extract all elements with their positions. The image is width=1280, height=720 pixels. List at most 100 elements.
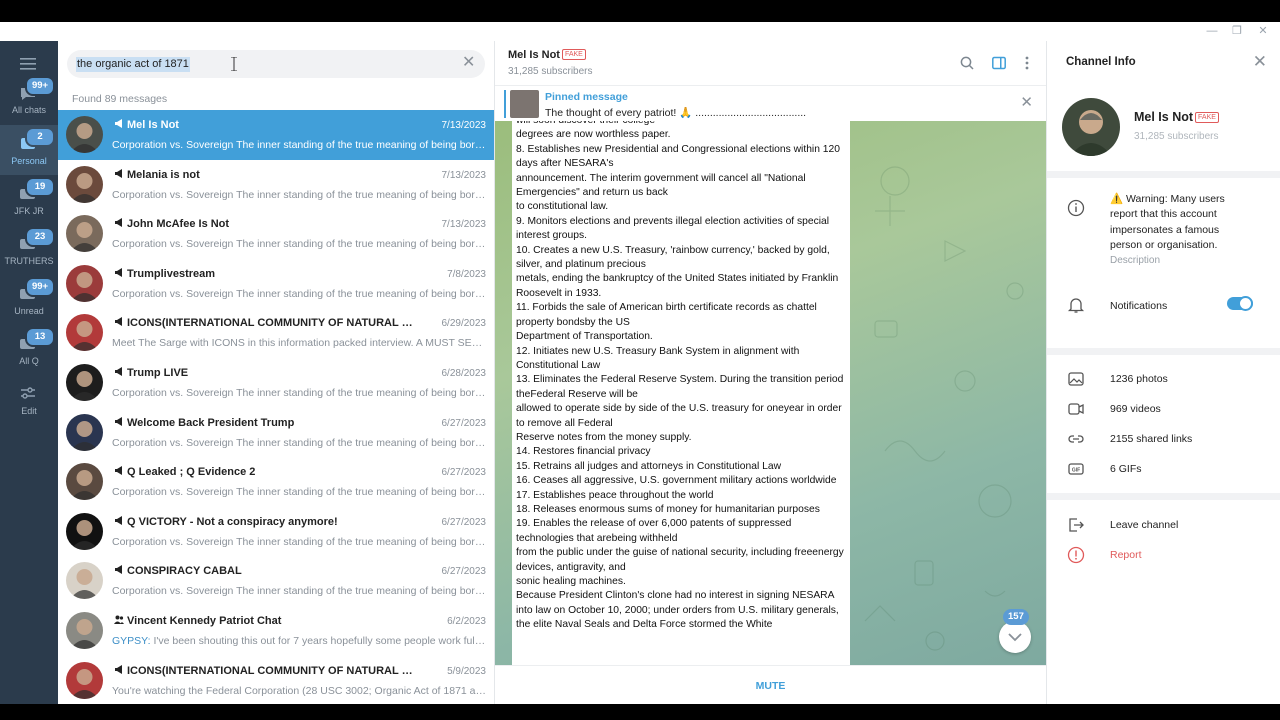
megaphone-icon bbox=[115, 218, 122, 228]
search-result-row[interactable]: Trumplivestream 7/8/2023 Corporation vs. S… bbox=[58, 259, 494, 309]
search-result-row[interactable]: Vincent Kennedy Patriot Chat 6/2/2023 GYPS… bbox=[58, 606, 494, 656]
notifications-toggle[interactable] bbox=[1227, 296, 1253, 311]
message-date: 6/27/2023 bbox=[441, 417, 487, 429]
chat-avatar bbox=[66, 413, 103, 451]
search-result-row[interactable]: ICONS(INTERNATIONAL COMMUNITY OF NATURAL… bbox=[58, 656, 494, 706]
search-input[interactable]: the organic act of 1871 ✕ bbox=[67, 50, 485, 78]
link-icon bbox=[1068, 435, 1084, 443]
shared-media-label[interactable]: 969 videos bbox=[1110, 403, 1161, 415]
clear-search-button[interactable]: ✕ bbox=[462, 55, 476, 71]
sidebar-toggle-icon[interactable] bbox=[992, 56, 1006, 70]
chat-header[interactable]: Mel Is Not FAKE 31,285 subscribers bbox=[495, 41, 1046, 85]
edit-icon bbox=[21, 387, 35, 399]
shared-media-label[interactable]: 6 GIFs bbox=[1110, 463, 1142, 475]
chat-avatar bbox=[66, 363, 103, 401]
group-icon bbox=[114, 615, 124, 624]
chat-name-text: ICONS(INTERNATIONAL COMMUNITY OF NATURAL… bbox=[127, 664, 414, 677]
mute-button[interactable]: MUTE bbox=[495, 680, 1046, 692]
search-result-count: Found 89 messages bbox=[72, 93, 168, 105]
chat-name-text: CONSPIRACY CABAL bbox=[127, 565, 242, 578]
message-bubble[interactable]: will soon discover their college degrees… bbox=[512, 121, 850, 665]
chat-name: CONSPIRACY CABAL bbox=[114, 565, 414, 577]
chevron-down-icon bbox=[1008, 633, 1022, 642]
chat-avatar bbox=[66, 215, 103, 253]
chat-avatar bbox=[66, 512, 103, 550]
preview-text: You're watching the Federal Corporation … bbox=[112, 684, 487, 697]
search-result-row[interactable]: Mel Is Not 7/13/2023 Corporation vs. Sover… bbox=[58, 110, 494, 160]
channel-info-title: Channel Info bbox=[1066, 56, 1136, 68]
folder-jfk-jr[interactable]: JFK JR 19 bbox=[0, 175, 58, 225]
search-result-row[interactable]: Q VICTORY - Not a conspiracy anymore! 6/2… bbox=[58, 507, 494, 557]
preview-text: Corporation vs. Sovereign The inner stan… bbox=[112, 436, 487, 449]
divider bbox=[1047, 493, 1280, 500]
leave-icon bbox=[1069, 518, 1084, 532]
message-date: 5/9/2023 bbox=[447, 665, 486, 677]
folder-personal[interactable]: Personal 2 bbox=[0, 125, 58, 175]
impersonation-warning: ⚠️ Warning: Many users report that this … bbox=[1110, 193, 1225, 251]
unread-count-badge: 157 bbox=[1003, 609, 1029, 625]
search-result-row[interactable]: Melania is not 7/13/2023 Corporation vs. S… bbox=[58, 160, 494, 210]
search-result-row[interactable]: Welcome Back President Trump 6/27/2023 Cor… bbox=[58, 408, 494, 458]
folder-edit[interactable]: Edit bbox=[0, 375, 58, 425]
close-window-button[interactable]: ✕ bbox=[1257, 25, 1269, 37]
search-result-row[interactable]: Q Leaked ; Q Evidence 2 6/27/2023 Corporat… bbox=[58, 457, 494, 507]
message-preview: Meet The Sarge with ICONS in this inform… bbox=[112, 337, 487, 349]
folder-label: All chats bbox=[11, 105, 46, 115]
preview-text: Meet The Sarge with ICONS in this inform… bbox=[112, 337, 487, 350]
chat-name-text: Mel Is Not bbox=[127, 119, 179, 131]
more-options-icon[interactable] bbox=[1020, 56, 1034, 70]
megaphone-icon bbox=[115, 466, 122, 476]
preview-text: Corporation vs. Sovereign The inner stan… bbox=[112, 287, 487, 300]
megaphone-icon bbox=[115, 267, 122, 277]
message-text: will soon discover their college degrees… bbox=[516, 121, 844, 631]
info-icon bbox=[1067, 199, 1085, 217]
chat-title: Mel Is Not FAKE bbox=[508, 49, 586, 61]
channel-avatar[interactable] bbox=[1062, 98, 1120, 156]
chat-name: ICONS(INTERNATIONAL COMMUNITY OF NATURAL… bbox=[114, 317, 414, 329]
menu-icon[interactable] bbox=[20, 57, 38, 71]
close-pinned-button[interactable]: ✕ bbox=[1020, 95, 1033, 110]
search-result-row[interactable]: John McAfee Is Not 7/13/2023 Corporation v… bbox=[58, 209, 494, 259]
folder-label: Personal bbox=[11, 156, 47, 166]
chat-avatar bbox=[66, 611, 103, 649]
folder-sidebar: All chats 99+ Personal 2 JFK JR 19 TRUTHERS 23 U… bbox=[0, 41, 58, 704]
search-icon[interactable] bbox=[960, 56, 974, 70]
restore-button[interactable]: ❐ bbox=[1231, 25, 1243, 37]
megaphone-icon bbox=[115, 168, 122, 178]
search-query[interactable]: the organic act of 1871 bbox=[76, 57, 190, 72]
bell-icon bbox=[1067, 298, 1085, 313]
preview-text: Corporation vs. Sovereign The inner stan… bbox=[112, 139, 487, 151]
folder-all-q[interactable]: All Q 13 bbox=[0, 325, 58, 375]
chat-name: ICONS(INTERNATIONAL COMMUNITY OF NATURAL… bbox=[114, 664, 414, 677]
leave-channel-button[interactable]: Leave channel bbox=[1110, 519, 1178, 531]
sender-name: GYPSY: bbox=[112, 634, 154, 647]
chat-pane: Mel Is Not FAKE 31,285 subscribers Pinned… bbox=[495, 41, 1046, 704]
message-preview: Corporation vs. Sovereign The inner stan… bbox=[112, 536, 487, 548]
message-preview: Corporation vs. Sovereign The inner stan… bbox=[112, 238, 487, 250]
preview-text: Corporation vs. Sovereign The inner stan… bbox=[112, 386, 487, 399]
search-result-row[interactable]: Trump LIVE 6/28/2023 Corporation vs. Sover… bbox=[58, 358, 494, 408]
shared-media-label[interactable]: 2155 shared links bbox=[1110, 433, 1192, 445]
chat-avatar bbox=[66, 314, 103, 352]
message-date: 6/2/2023 bbox=[447, 615, 486, 627]
shared-media-label[interactable]: 1236 photos bbox=[1110, 373, 1168, 385]
message-area[interactable]: will soon discover their college degrees… bbox=[495, 121, 1046, 665]
search-result-row[interactable]: CONSPIRACY CABAL 6/27/2023 Corporation vs.… bbox=[58, 556, 494, 606]
minimize-button[interactable]: — bbox=[1206, 25, 1218, 37]
folder-truthers[interactable]: TRUTHERS 23 bbox=[0, 225, 58, 275]
video-icon bbox=[1068, 403, 1084, 415]
folder-label: Edit bbox=[21, 406, 37, 416]
folder-all-chats[interactable]: All chats 99+ bbox=[0, 74, 58, 124]
preview-text: I've been shouting this out for 7 years … bbox=[153, 634, 487, 647]
fake-badge: FAKE bbox=[1195, 112, 1219, 123]
pinned-message-bar[interactable]: Pinned message The thought of every patr… bbox=[495, 85, 1046, 121]
folder-unread[interactable]: Unread 99+ bbox=[0, 275, 58, 325]
chat-name: Welcome Back President Trump bbox=[114, 416, 414, 429]
report-button[interactable]: Report bbox=[1110, 549, 1142, 561]
close-info-button[interactable]: ✕ bbox=[1253, 53, 1267, 70]
chat-name-text: Q VICTORY - Not a conspiracy anymore! bbox=[127, 515, 338, 528]
scroll-down-button[interactable] bbox=[999, 621, 1031, 653]
search-result-row[interactable]: ICONS(INTERNATIONAL COMMUNITY OF NATURAL… bbox=[58, 308, 494, 358]
message-date: 6/27/2023 bbox=[441, 467, 487, 479]
chat-name: Q Leaked ; Q Evidence 2 bbox=[114, 466, 414, 478]
